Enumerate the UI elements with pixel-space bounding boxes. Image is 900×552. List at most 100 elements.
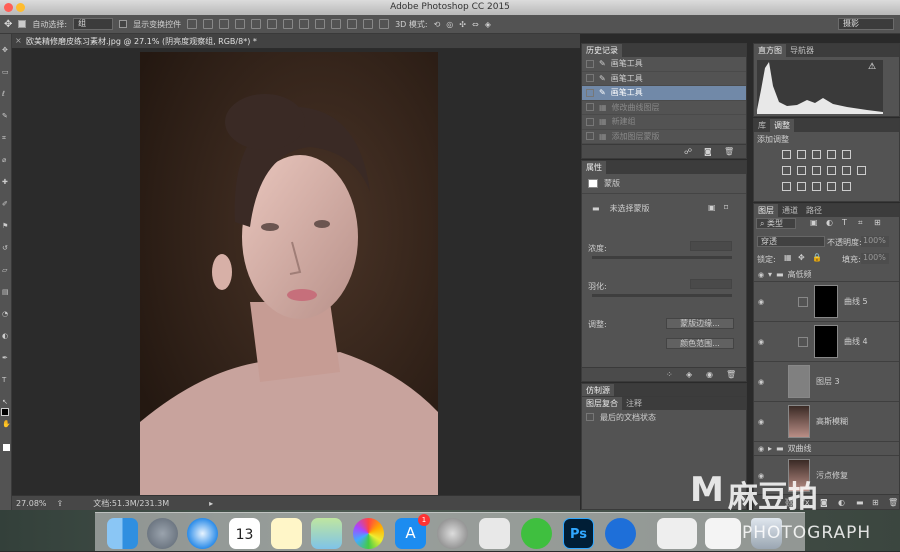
teamviewer-icon[interactable] [605,518,636,549]
load-selection-icon[interactable]: ⁘ [666,370,673,379]
layer-row[interactable]: ◉ 高斯模糊 [754,402,899,442]
align-left-icon[interactable] [235,19,246,29]
delete-layer-icon[interactable]: 🗑 [888,498,898,507]
visibility-eye-icon[interactable]: ◉ [754,418,768,426]
portrait-photo[interactable] [140,52,438,495]
invert-icon[interactable] [782,182,791,191]
filter-type-icon[interactable]: T [842,218,847,227]
move-tool-icon[interactable]: ✥ [4,19,12,30]
pen-tool-icon[interactable]: ✒ [2,354,10,362]
photoshop-icon[interactable]: Ps [563,518,594,549]
lasso-tool-icon[interactable]: ℓ [2,90,10,98]
layer-row[interactable]: ◉ 曲线 5 [754,282,899,322]
history-item[interactable]: ✎ 画笔工具 [582,86,746,101]
recent-window-thumbnail[interactable] [705,518,741,549]
eyedropper-tool-icon[interactable]: ⌀ [2,156,10,164]
maps-icon[interactable] [311,518,342,549]
add-mask-icon[interactable]: ◙ [820,498,828,507]
auto-select-dropdown[interactable]: 组 [73,18,114,30]
group-toggle-icon[interactable]: ▸ [768,444,776,453]
layer-row[interactable]: ◉ ▸ ▬ 双曲线 [754,442,899,456]
fill-input[interactable]: 100% [861,253,889,264]
blend-mode-dropdown[interactable]: 穿透 [757,236,825,247]
exposure-icon[interactable] [827,150,836,159]
background-color-swatch[interactable] [3,444,10,451]
history-source-checkbox[interactable] [586,74,594,83]
tab-histogram[interactable]: 直方图 [754,44,786,57]
mask-edge-button[interactable]: 蒙版边缘... [666,318,734,329]
density-input[interactable] [690,241,732,251]
history-item[interactable]: ✎ 画笔工具 [582,57,746,72]
vector-mask-icon[interactable]: ⌑ [724,203,728,212]
distribute-top-icon[interactable] [283,19,294,29]
color-lookup-icon[interactable] [857,166,866,175]
auto-select-checkbox[interactable] [18,20,27,28]
marquee-tool-icon[interactable]: ▭ [2,68,10,76]
slide-3d-icon[interactable]: ⇔ [472,20,479,29]
roll-3d-icon[interactable]: ◎ [446,20,453,29]
feather-input[interactable] [690,279,732,289]
levels-icon[interactable] [797,150,806,159]
recent-doc-thumbnail[interactable] [657,518,697,549]
history-brush-tool-icon[interactable]: ↺ [2,244,10,252]
system-preferences-icon[interactable] [437,518,468,549]
photo-filter-icon[interactable] [827,166,836,175]
opacity-input[interactable]: 100% [861,236,889,247]
tab-history[interactable]: 历史记录 [582,44,622,57]
curves-icon[interactable] [812,150,821,159]
align-right-icon[interactable] [267,19,278,29]
layer-row[interactable]: ◉ ▾ ▬ 高低频 [754,268,899,282]
toggle-mask-icon[interactable]: ◉ [706,370,713,379]
visibility-eye-icon[interactable]: ◉ [754,338,768,346]
type-tool-icon[interactable]: T [2,376,10,384]
tab-navigator[interactable]: 导航器 [786,44,818,57]
brightness-icon[interactable] [782,150,791,159]
visibility-eye-icon[interactable]: ◉ [754,271,768,279]
scissors-tool-icon[interactable] [479,518,510,549]
filter-shape-icon[interactable]: ⌗ [858,218,863,228]
zoom-level[interactable]: 27.08% [16,499,47,508]
distribute-vcenter-icon[interactable] [299,19,310,29]
delete-state-icon[interactable]: 🗑 [724,147,734,156]
wechat-icon[interactable] [521,518,552,549]
history-item[interactable]: ▦ 添加图层蒙版 [582,130,746,144]
color-balance-icon[interactable] [797,166,806,175]
channel-mixer-icon[interactable] [842,166,851,175]
history-source-checkbox[interactable] [586,59,594,68]
finder-icon[interactable] [107,518,138,549]
gradient-tool-icon[interactable]: ▤ [2,288,10,296]
history-source-checkbox[interactable] [586,88,594,97]
align-bottom-icon[interactable] [219,19,230,29]
tab-channels[interactable]: 通道 [778,204,802,217]
layer-row[interactable]: ◉ 图层 3 [754,362,899,402]
healing-tool-icon[interactable]: ✚ [2,178,10,186]
tab-adjustments[interactable]: 调整 [770,119,794,132]
lock-position-icon[interactable]: ✥ [798,253,805,262]
drag-3d-icon[interactable]: ✣ [459,20,466,29]
calendar-icon[interactable]: 13 [229,518,260,549]
auto-align-icon[interactable] [379,19,390,29]
visibility-eye-icon[interactable]: ◉ [754,298,768,306]
minimize-window-button[interactable] [16,3,25,12]
last-state-checkbox[interactable] [586,413,594,421]
rotate-3d-icon[interactable]: ⟲ [434,20,441,29]
tab-libraries[interactable]: 库 [754,119,770,132]
visibility-eye-icon[interactable]: ◉ [754,445,768,453]
dodge-tool-icon[interactable]: ◐ [2,332,10,340]
filter-pixel-icon[interactable]: ▣ [810,218,818,227]
eraser-tool-icon[interactable]: ▱ [2,266,10,274]
lock-all-icon[interactable]: 🔒 [812,253,822,262]
hand-tool-icon[interactable]: ✋ [2,420,11,428]
threshold-icon[interactable] [812,182,821,191]
distribute-right-icon[interactable] [363,19,374,29]
history-source-checkbox[interactable] [586,117,594,126]
tab-layers[interactable]: 图层 [754,204,778,217]
delete-mask-icon[interactable]: 🗑 [726,370,736,379]
close-window-button[interactable] [4,3,13,12]
scale-3d-icon[interactable]: ◈ [485,20,491,29]
share-icon[interactable]: ⇪ [57,499,64,508]
document-tab[interactable]: × 欧美精修磨皮练习素材.jpg @ 27.1% (阴亮度观察组, RGB/8*… [12,34,580,49]
hue-saturation-icon[interactable] [782,166,791,175]
quick-select-tool-icon[interactable]: ✎ [2,112,10,120]
black-white-icon[interactable] [812,166,821,175]
